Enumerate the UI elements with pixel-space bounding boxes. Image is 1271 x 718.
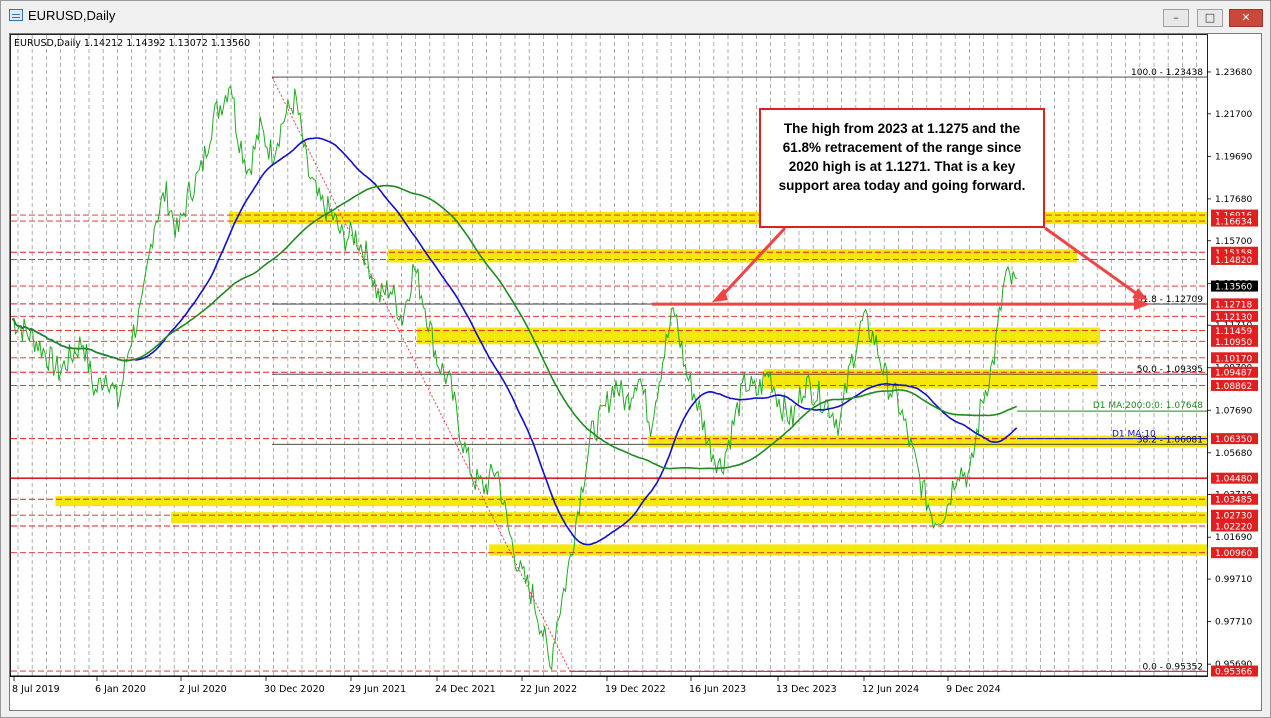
x-tick-label: 13 Dec 2023 [776,684,837,695]
chart-window-icon [9,9,23,21]
price-level-label: 1.03485 [1215,496,1252,506]
price-level-label: 1.10950 [1215,338,1252,348]
y-tick-label: 1.23680 [1215,68,1252,78]
x-tick-label: 2 Jul 2020 [179,684,227,695]
chart-area[interactable]: 100.0 - 1.23438 61.8 - 1.12709 50.0 - 1.09… [9,33,1262,711]
x-tick-label: 16 Jun 2023 [689,684,746,695]
y-tick-label: 1.19690 [1215,152,1252,162]
y-tick-label: 1.05680 [1215,449,1252,459]
minimize-button[interactable]: – [1163,9,1189,27]
price-level-label: 1.12130 [1215,313,1252,323]
price-level-label: 1.14820 [1215,256,1252,266]
y-tick-label: 1.01690 [1215,533,1252,543]
x-tick-label: 24 Dec 2021 [435,684,496,695]
x-tick-label: 29 Jun 2021 [349,684,406,695]
price-level-label: 1.06350 [1215,435,1252,445]
ma100-label: D1 MA:10 [1112,430,1156,440]
y-tick-label: 1.21700 [1215,110,1252,120]
yellow-zone [387,249,1078,263]
price-level-label: 1.08862 [1215,382,1252,392]
fib-level-label: 50.0 - 1.09395 [1137,365,1203,375]
fib-level-label: 100.0 - 1.23438 [1131,68,1203,78]
x-tick-label: 19 Dec 2022 [605,684,666,695]
annotation-box: The high from 2023 at 1.1275 and the 61.… [759,108,1045,228]
title-bar[interactable]: EURUSD,Daily – □ ✕ [1,1,1270,33]
symbol-info: EURUSD,Daily 1.14212 1.14392 1.13072 1.1… [14,38,250,49]
y-tick-label: 1.17680 [1215,195,1252,205]
y-tick-label: 0.99710 [1215,575,1252,585]
yellow-zone [228,211,1207,225]
price-level-label: 1.10170 [1215,354,1252,364]
x-tick-label: 8 Jul 2019 [12,684,60,695]
price-level-label: 1.04480 [1215,475,1252,485]
x-tick-label: 30 Dec 2020 [264,684,325,695]
x-tick-label: 9 Dec 2024 [946,684,1001,695]
fib-level-label: 0.0 - 0.95352 [1143,662,1204,672]
price-level-label: 1.02220 [1215,523,1252,533]
price-level-label: 1.02730 [1215,512,1252,522]
maximize-button[interactable]: □ [1197,9,1223,27]
close-button[interactable]: ✕ [1229,9,1263,27]
x-tick-label: 12 Jun 2024 [862,684,919,695]
y-tick-label: 1.07690 [1215,406,1252,416]
yellow-zone [171,512,1208,524]
ma200-label: D1 MA:200:0:0: 1.07648 [1093,401,1203,411]
price-level-label: 0.95366 [1215,668,1252,678]
current-price-label: 1.13560 [1215,283,1252,293]
price-chart[interactable]: 100.0 - 1.2343861.8 - 1.1270950.0 - 1.09… [10,34,1261,710]
terminal-window: EURUSD,Daily – □ ✕ 100.0 - 1.23438 61.8 -… [0,0,1271,718]
x-tick-label: 6 Jan 2020 [95,684,146,695]
yellow-zone [55,496,1207,507]
y-tick-label: 1.15700 [1215,237,1252,247]
price-level-label: 1.12718 [1215,300,1252,310]
price-level-label: 1.11459 [1215,327,1252,337]
yellow-zone [489,544,1208,556]
x-tick-label: 22 Jun 2022 [520,684,577,695]
price-level-label: 1.16634 [1215,218,1252,228]
price-level-label: 1.00960 [1215,549,1252,559]
yellow-zone [416,327,1100,345]
price-level-label: 1.09487 [1215,369,1252,379]
y-tick-label: 0.97710 [1215,617,1252,627]
window-title: EURUSD,Daily [28,8,116,23]
